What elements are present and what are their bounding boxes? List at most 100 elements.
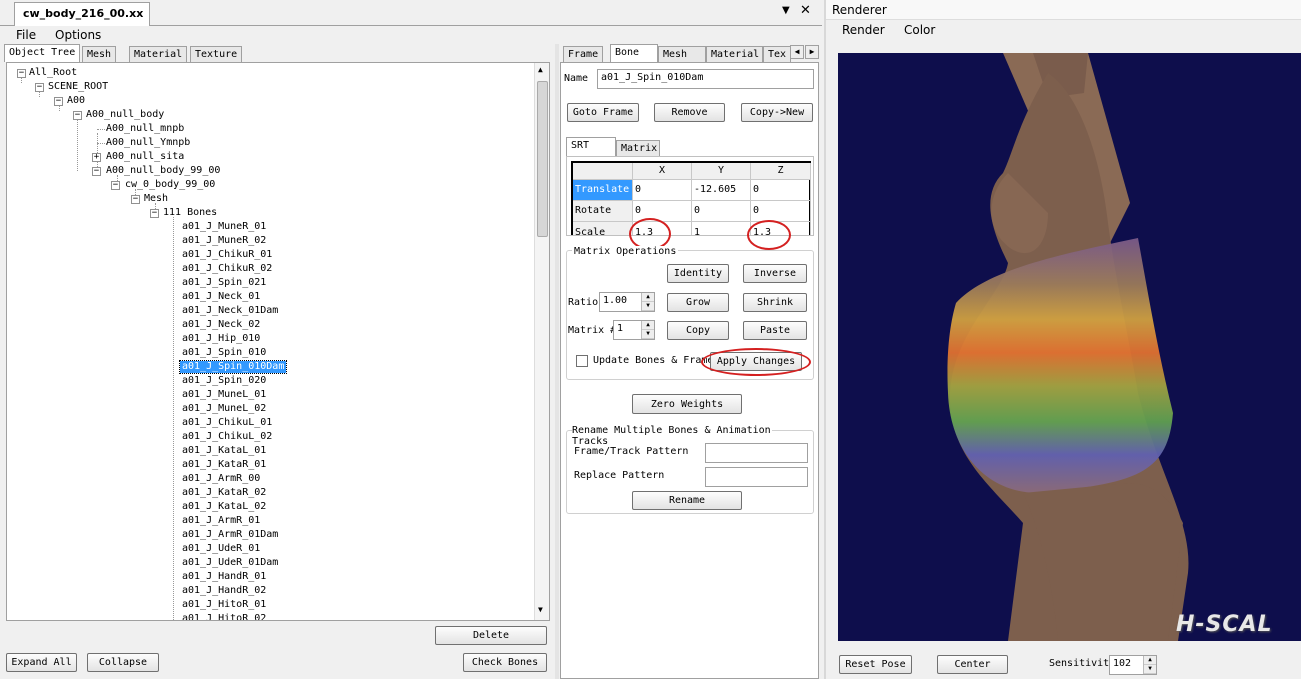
- spin-up-icon[interactable]: ▲: [642, 321, 654, 330]
- tab-mesh[interactable]: Mesh: [82, 46, 117, 62]
- tree-node[interactable]: a01_J_Spin_020: [182, 375, 266, 387]
- tab-scroll-left-icon[interactable]: ◀: [790, 45, 804, 59]
- matrix-number-spinner[interactable]: ▲ ▼: [641, 321, 654, 339]
- tree-node[interactable]: a01_J_ChikuL_01: [182, 417, 272, 429]
- tree-node[interactable]: a01_J_KataR_02: [182, 487, 266, 499]
- tree-node[interactable]: a01_J_Hip_010: [182, 333, 260, 345]
- delete-button[interactable]: Delete: [435, 626, 547, 645]
- tree-node[interactable]: A00_null_body_99_00: [106, 165, 220, 177]
- expand-icon[interactable]: +: [92, 153, 101, 162]
- tree-scrollbar[interactable]: ▲ ▼: [534, 63, 549, 620]
- tree-node[interactable]: a01_J_KataL_02: [182, 501, 266, 513]
- rotate-z-cell[interactable]: 0: [751, 201, 811, 222]
- tree-node[interactable]: a01_J_Neck_01: [182, 291, 260, 303]
- tree-node[interactable]: a01_J_Neck_02: [182, 319, 260, 331]
- tab-object-tree[interactable]: Object Tree: [4, 44, 81, 62]
- rotate-y-cell[interactable]: 0: [692, 201, 751, 222]
- check-bones-button[interactable]: Check Bones: [463, 653, 547, 672]
- translate-x-cell[interactable]: 0: [633, 180, 692, 201]
- tab-material-mid[interactable]: Material: [706, 46, 763, 62]
- replace-pattern-field[interactable]: [705, 467, 808, 487]
- tree-node[interactable]: a01_J_HitoR_01: [182, 599, 266, 611]
- tree-node[interactable]: a01_J_HandR_02: [182, 585, 266, 597]
- render-viewport[interactable]: [838, 53, 1301, 641]
- sensitivity-spinner[interactable]: ▲ ▼: [1143, 656, 1156, 674]
- remove-button[interactable]: Remove: [654, 103, 725, 122]
- matrix-number-field[interactable]: 1 ▲ ▼: [613, 320, 655, 340]
- tree-node[interactable]: a01_J_ArmR_01Dam: [182, 529, 278, 541]
- tab-material[interactable]: Material: [129, 46, 188, 62]
- expand-all-button[interactable]: Expand All: [6, 653, 77, 672]
- inverse-button[interactable]: Inverse: [743, 264, 807, 283]
- tree-node[interactable]: 111 Bones: [163, 207, 217, 219]
- tree-node[interactable]: a01_J_Spin_010: [182, 347, 266, 359]
- copy-button[interactable]: Copy: [667, 321, 729, 340]
- close-icon[interactable]: ✕: [800, 3, 811, 18]
- tree-node[interactable]: a01_J_KataR_01: [182, 459, 266, 471]
- scroll-up-icon[interactable]: ▲: [538, 65, 543, 74]
- tab-texture-mid[interactable]: Tex: [763, 46, 791, 62]
- spin-down-icon[interactable]: ▼: [642, 302, 654, 311]
- center-button[interactable]: Center: [937, 655, 1008, 674]
- tree-node[interactable]: cw_0_body_99_00: [125, 179, 215, 191]
- collapse-button[interactable]: Collapse: [87, 653, 159, 672]
- tree-node[interactable]: A00_null_body: [86, 109, 164, 121]
- tree-node[interactable]: a01_J_ChikuL_02: [182, 431, 272, 443]
- tree-node[interactable]: A00_null_mnpb: [106, 123, 184, 135]
- paste-button[interactable]: Paste: [743, 321, 807, 340]
- tab-mesh-mid[interactable]: Mesh: [658, 46, 706, 62]
- spin-down-icon[interactable]: ▼: [642, 330, 654, 339]
- tree-node[interactable]: All_Root: [29, 67, 77, 79]
- tab-texture[interactable]: Texture: [190, 46, 243, 62]
- menu-options[interactable]: Options: [55, 28, 101, 42]
- tab-matrix[interactable]: Matrix: [616, 140, 660, 157]
- sensitivity-field[interactable]: 102 ▲ ▼: [1109, 655, 1157, 675]
- collapse-icon[interactable]: −: [131, 195, 140, 204]
- tree-node[interactable]: a01_J_ChikuR_01: [182, 249, 272, 261]
- menu-color[interactable]: Color: [904, 23, 935, 37]
- goto-frame-button[interactable]: Goto Frame: [567, 103, 639, 122]
- spin-up-icon[interactable]: ▲: [1144, 656, 1156, 665]
- menu-file[interactable]: File: [16, 28, 36, 42]
- tree-node[interactable]: a01_J_Spin_021: [182, 277, 266, 289]
- collapse-icon[interactable]: −: [111, 181, 120, 190]
- update-bones-checkbox[interactable]: [576, 355, 588, 367]
- translate-y-cell[interactable]: -12.605: [692, 180, 751, 201]
- tree-node[interactable]: a01_J_Neck_01Dam: [182, 305, 278, 317]
- scale-y-cell[interactable]: 1: [692, 222, 751, 235]
- ratio-spinner[interactable]: ▲ ▼: [641, 293, 654, 311]
- tree-node[interactable]: A00_null_Ymnpb: [106, 137, 190, 149]
- grow-button[interactable]: Grow: [667, 293, 729, 312]
- spin-up-icon[interactable]: ▲: [642, 293, 654, 302]
- tree-node[interactable]: a01_J_ChikuR_02: [182, 263, 272, 275]
- tree-node[interactable]: a01_J_UdeR_01Dam: [182, 557, 278, 569]
- zero-weights-button[interactable]: Zero Weights: [632, 394, 742, 414]
- name-field[interactable]: a01_J_Spin_010Dam: [597, 69, 814, 89]
- collapse-icon[interactable]: −: [73, 111, 82, 120]
- tab-scroll-right-icon[interactable]: ▶: [805, 45, 819, 59]
- copy-new-button[interactable]: Copy->New: [741, 103, 813, 122]
- doc-tab[interactable]: cw_body_216_00.xx: [14, 2, 150, 26]
- splitter[interactable]: [555, 44, 559, 679]
- collapse-icon[interactable]: −: [92, 167, 101, 176]
- collapse-icon[interactable]: −: [35, 83, 44, 92]
- object-tree[interactable]: ▲ ▼ − − − − + − − − − All_Root SCENE_ROO…: [6, 62, 550, 621]
- tree-node[interactable]: a01_J_MuneR_02: [182, 235, 266, 247]
- scroll-down-icon[interactable]: ▼: [538, 605, 543, 614]
- tree-node[interactable]: a01_J_ArmR_01: [182, 515, 260, 527]
- row-label-rotate[interactable]: Rotate: [573, 201, 633, 222]
- identity-button[interactable]: Identity: [667, 264, 729, 283]
- chevron-down-icon[interactable]: ▼: [782, 5, 790, 16]
- row-label-scale[interactable]: Scale: [573, 222, 633, 235]
- frame-track-pattern-field[interactable]: [705, 443, 808, 463]
- collapse-icon[interactable]: −: [17, 69, 26, 78]
- row-label-translate[interactable]: Translate: [573, 180, 633, 201]
- translate-z-cell[interactable]: 0: [751, 180, 811, 201]
- tree-node[interactable]: a01_J_MuneL_01: [182, 389, 266, 401]
- tree-node[interactable]: a01_J_HitoR_02: [182, 613, 266, 620]
- tree-node[interactable]: a01_J_ArmR_00: [182, 473, 260, 485]
- tree-node[interactable]: a01_J_MuneR_01: [182, 221, 266, 233]
- ratio-field[interactable]: 1.00 ▲ ▼: [599, 292, 655, 312]
- tree-node[interactable]: a01_J_UdeR_01: [182, 543, 260, 555]
- tree-node-selected[interactable]: a01_J_Spin_010Dam: [178, 360, 288, 374]
